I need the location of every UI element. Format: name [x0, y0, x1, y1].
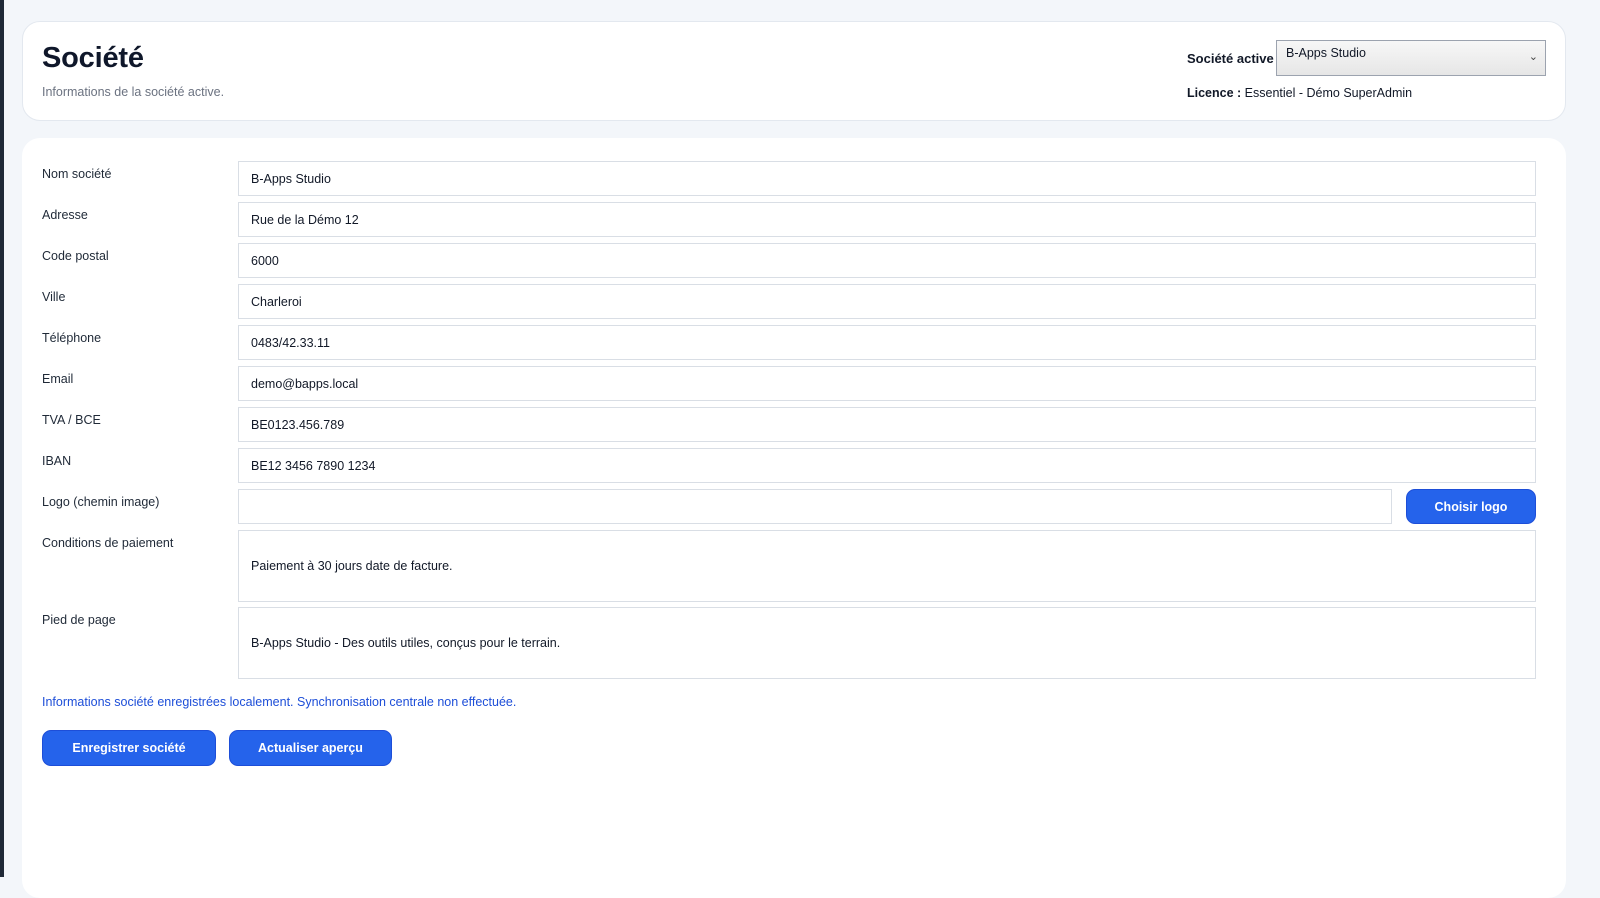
payment-terms-input[interactable]: Paiement à 30 jours date de facture. — [238, 530, 1536, 602]
city-label: Ville — [42, 290, 66, 304]
iban-input[interactable]: BE12 3456 7890 1234 — [238, 448, 1536, 483]
logo-path-label: Logo (chemin image) — [42, 495, 160, 509]
choose-logo-button[interactable]: Choisir logo — [1406, 489, 1536, 524]
company-form: Nom société B-Apps Studio Adresse Rue de… — [22, 138, 1566, 898]
iban-label: IBAN — [42, 454, 72, 468]
licence-value: Essentiel - Démo SuperAdmin — [1244, 86, 1413, 100]
address-label: Adresse — [42, 208, 88, 222]
postal-code-input[interactable]: 6000 — [238, 243, 1536, 278]
page-header: Société Informations de la société activ… — [22, 21, 1566, 121]
company-name-input[interactable]: B-Apps Studio — [238, 161, 1536, 196]
page-title: Société — [42, 42, 144, 74]
vat-label: TVA / BCE — [42, 413, 101, 427]
footer-label: Pied de page — [42, 613, 116, 627]
refresh-preview-button[interactable]: Actualiser aperçu — [229, 730, 392, 766]
active-company-select[interactable]: B-Apps Studio ⌄ — [1276, 40, 1546, 76]
window-left-edge — [0, 0, 4, 877]
payment-terms-label: Conditions de paiement — [42, 536, 174, 550]
address-input[interactable]: Rue de la Démo 12 — [238, 202, 1536, 237]
email-label: Email — [42, 372, 74, 386]
licence-info: Licence : Essentiel - Démo SuperAdmin — [1187, 86, 1412, 100]
status-message: Informations société enregistrées locale… — [42, 695, 517, 709]
email-input[interactable]: demo@bapps.local — [238, 366, 1536, 401]
city-input[interactable]: Charleroi — [238, 284, 1536, 319]
footer-input[interactable]: B-Apps Studio - Des outils utiles, conçu… — [238, 607, 1536, 679]
phone-input[interactable]: 0483/42.33.11 — [238, 325, 1536, 360]
vat-input[interactable]: BE0123.456.789 — [238, 407, 1536, 442]
active-company-value: B-Apps Studio — [1286, 46, 1366, 60]
logo-path-input[interactable] — [238, 489, 1392, 524]
company-name-label: Nom société — [42, 167, 112, 181]
active-company-label: Société active — [1187, 51, 1274, 66]
chevron-down-icon: ⌄ — [1528, 51, 1538, 63]
licence-label: Licence : — [1187, 86, 1242, 100]
save-company-button[interactable]: Enregistrer société — [42, 730, 216, 766]
postal-code-label: Code postal — [42, 249, 109, 263]
page-subtitle: Informations de la société active. — [42, 85, 225, 99]
phone-label: Téléphone — [42, 331, 102, 345]
